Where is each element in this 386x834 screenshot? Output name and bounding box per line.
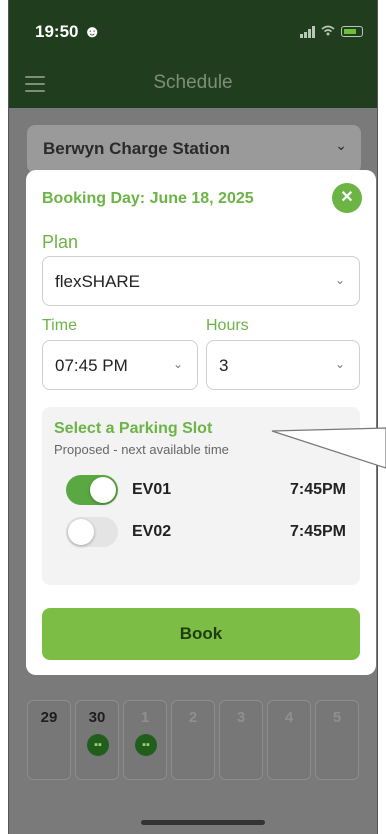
time-select[interactable]: 07:45 PM ⌄ [42, 340, 198, 390]
calendar-day-number: 29 [40, 709, 58, 726]
booking-modal: Booking Day: June 18, 2025 ✕ Plan flexSH… [26, 170, 376, 675]
slot-title: Select a Parking Slot [54, 420, 213, 437]
chevron-down-icon: ⌄ [334, 273, 345, 287]
home-indicator [141, 820, 265, 825]
app-bar: Schedule [9, 60, 377, 108]
calendar-day[interactable]: 3 [219, 700, 263, 780]
calendar-day-number: 5 [332, 709, 342, 726]
station-dropdown[interactable]: Berwyn Charge Station ⌄ [27, 125, 361, 173]
charger-icon: ▪▪ [135, 734, 157, 756]
hours-value: 3 [219, 356, 229, 375]
status-icons [300, 24, 363, 39]
slot-name: EV02 [132, 523, 172, 540]
slot-row-ev01: EV01 7:45PM [66, 473, 346, 505]
calendar-day-number: 30 [88, 709, 106, 726]
wifi-icon [321, 24, 335, 39]
calendar-day[interactable]: 29 [27, 700, 71, 780]
booking-day-title: Booking Day: June 18, 2025 [42, 190, 254, 207]
calendar-day-number: 1 [140, 709, 150, 726]
station-name: Berwyn Charge Station [43, 139, 231, 158]
book-button[interactable]: Book [42, 608, 360, 660]
status-bar: 19:50 ☻ [9, 0, 377, 60]
calendar-day[interactable]: 5 [315, 700, 359, 780]
slot-toggle-ev02[interactable] [66, 517, 118, 547]
calendar-day[interactable]: 2 [171, 700, 215, 780]
slot-subtitle: Proposed - next available time [54, 442, 229, 457]
hours-label: Hours [206, 317, 249, 334]
calendar-day-number: 2 [188, 709, 198, 726]
calendar-day-number: 3 [236, 709, 246, 726]
slot-toggle-ev01[interactable] [66, 475, 118, 505]
battery-icon [341, 26, 363, 37]
page-title: Schedule [153, 72, 233, 93]
chevron-down-icon: ⌄ [172, 357, 183, 371]
parking-slot-panel: Select a Parking Slot Proposed - next av… [42, 407, 360, 585]
plan-select[interactable]: flexSHARE ⌄ [42, 256, 360, 306]
slot-time: 7:45PM [289, 523, 346, 540]
slot-time: 7:45PM [289, 481, 346, 498]
calendar-day[interactable]: 30 ▪▪ [75, 700, 119, 780]
calendar-day[interactable]: 1 ▪▪ [123, 700, 167, 780]
plan-label: Plan [42, 232, 79, 252]
close-icon: ✕ [340, 189, 354, 206]
close-button[interactable]: ✕ [332, 183, 362, 213]
calendar-day[interactable]: 4 [267, 700, 311, 780]
hours-select[interactable]: 3 ⌄ [206, 340, 360, 390]
slot-name: EV01 [132, 481, 172, 498]
time-label: Time [42, 317, 77, 334]
status-time: 19:50 ☻ [35, 22, 101, 42]
plan-value: flexSHARE [55, 272, 141, 291]
slot-row-ev02: EV02 7:45PM [66, 515, 346, 547]
signal-icon [300, 25, 315, 38]
chevron-down-icon: ⌄ [335, 137, 347, 153]
calendar-week: 29 30 ▪▪ 1 ▪▪ 2 3 4 5 [27, 700, 367, 780]
chevron-down-icon: ⌄ [334, 357, 345, 371]
calendar-day-number: 4 [284, 709, 294, 726]
charger-icon: ▪▪ [87, 734, 109, 756]
status-time-text: 19:50 [35, 22, 79, 41]
time-value: 07:45 PM [55, 356, 128, 375]
status-emoji-icon: ☻ [83, 22, 102, 41]
